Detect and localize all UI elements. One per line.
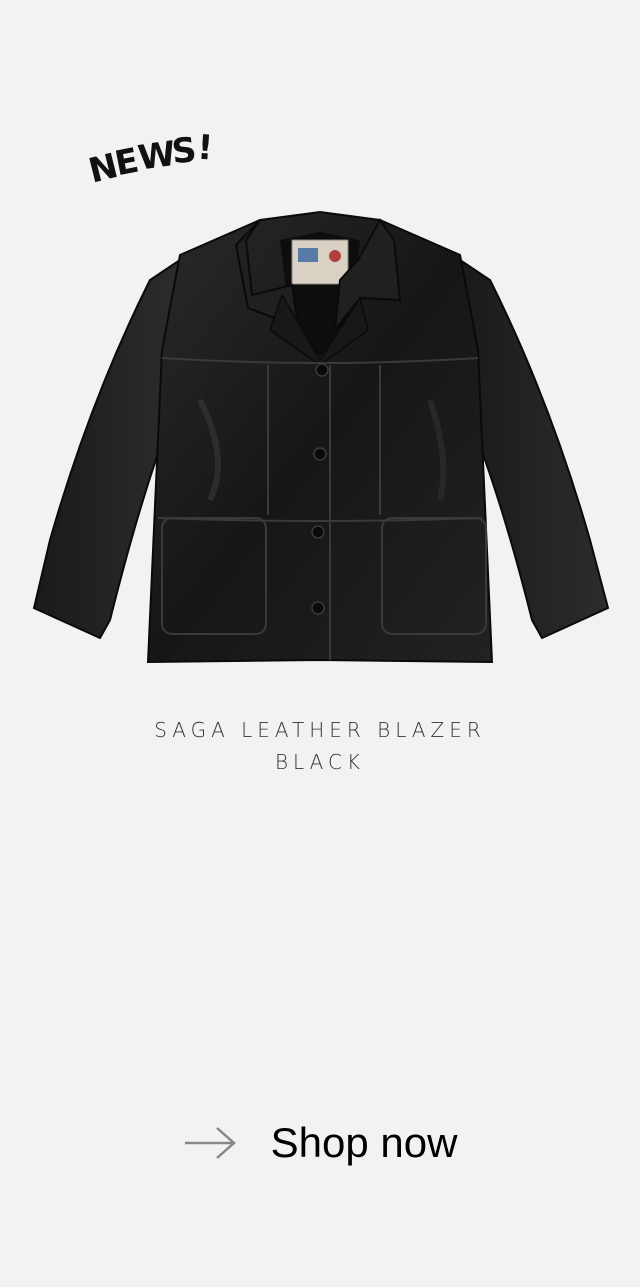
shop-now-label: Shop now	[270, 1119, 458, 1166]
badge-letter: !	[196, 127, 216, 169]
shop-now-link[interactable]: Shop now	[0, 1108, 640, 1178]
arrow-right-icon	[183, 1125, 237, 1161]
product-title[interactable]: SAGA LEATHER BLAZER BLACK	[0, 714, 640, 778]
badge-letter: S	[169, 129, 200, 173]
product-color: BLACK	[274, 750, 366, 774]
news-badge: N E W S !	[85, 127, 222, 192]
product-name: SAGA LEATHER BLAZER	[154, 718, 486, 742]
leather-jacket-image[interactable]	[30, 200, 610, 670]
